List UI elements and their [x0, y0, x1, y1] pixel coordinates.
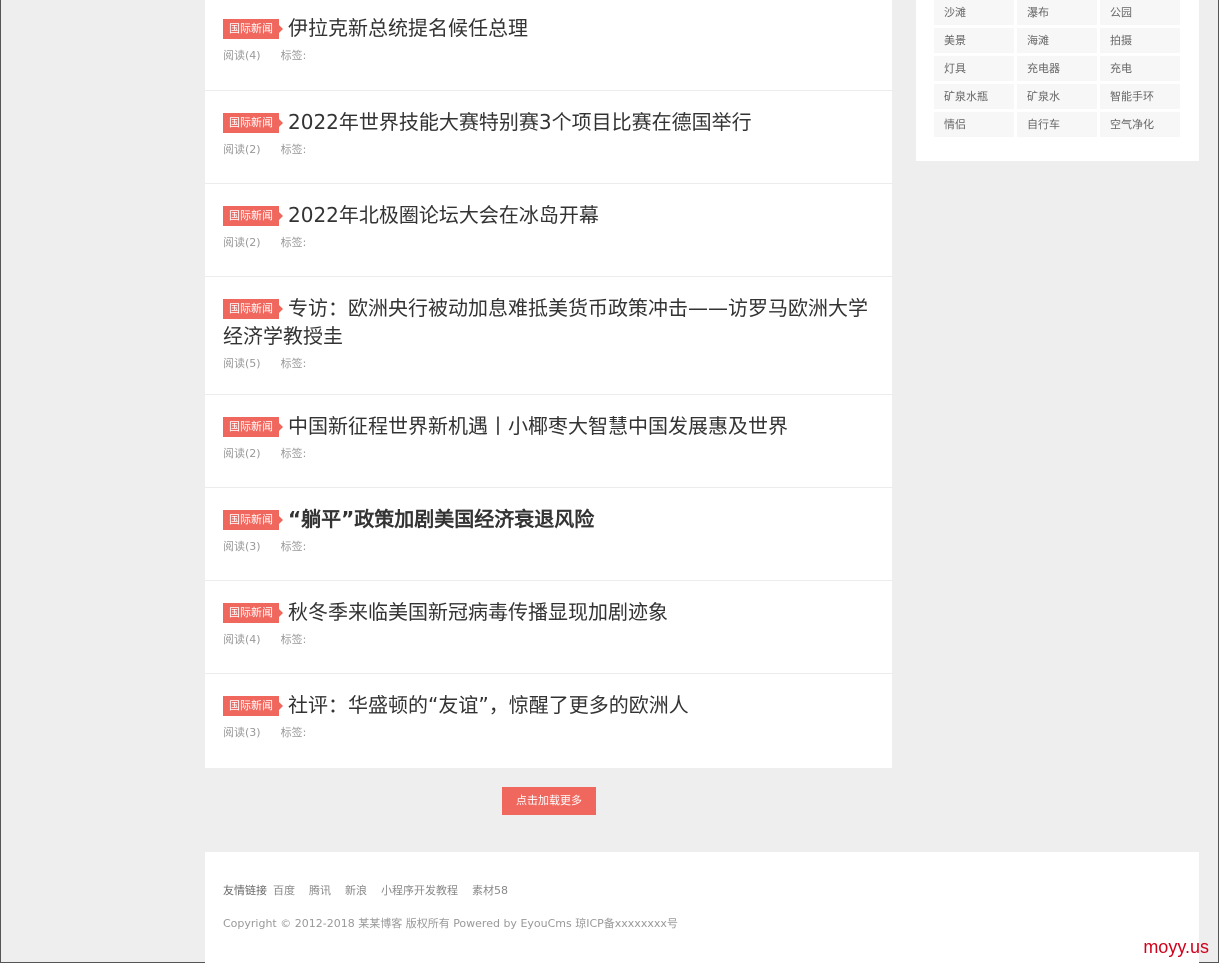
page: 国际新闻 伊拉克新总统提名候任总理 阅读(4) 标签: 国际新闻 2022年世界技能大…: [0, 0, 1219, 963]
article-item[interactable]: 国际新闻 中国新征程世界新机遇丨小椰枣大智慧中国发展惠及世界 阅读(2) 标签:: [205, 395, 892, 488]
read-count: 阅读(5): [223, 357, 261, 370]
article-meta: 阅读(2) 标签:: [223, 141, 874, 157]
tags-label: 标签:: [280, 143, 307, 156]
tags-label: 标签:: [280, 633, 307, 646]
article-head: 国际新闻 中国新征程世界新机遇丨小椰枣大智慧中国发展惠及世界: [223, 413, 874, 441]
tag-item[interactable]: 情侣: [934, 112, 1014, 137]
article-head: 国际新闻 2022年北极圈论坛大会在冰岛开幕: [223, 202, 874, 230]
article-list: 国际新闻 伊拉克新总统提名候任总理 阅读(4) 标签: 国际新闻 2022年世界技能大…: [205, 0, 892, 768]
article-meta: 阅读(2) 标签:: [223, 445, 874, 461]
article-title[interactable]: 中国新征程世界新机遇丨小椰枣大智慧中国发展惠及世界: [288, 414, 788, 438]
friend-link[interactable]: 新浪: [345, 884, 367, 897]
article-title[interactable]: 专访：欧洲央行被动加息难抵美货币政策冲击——访罗马欧洲大学经济学教授圭: [223, 296, 868, 348]
category-badge[interactable]: 国际新闻: [223, 417, 283, 437]
tag-item[interactable]: 空气净化: [1100, 112, 1180, 137]
article-meta: 阅读(4) 标签:: [223, 631, 874, 647]
tag-item[interactable]: 海滩: [1017, 28, 1097, 53]
category-badge[interactable]: 国际新闻: [223, 510, 283, 530]
article-item[interactable]: 国际新闻 “躺平”政策加剧美国经济衰退风险 阅读(3) 标签:: [205, 488, 892, 581]
article-head: 国际新闻 伊拉克新总统提名候任总理: [223, 15, 874, 43]
tag-cloud: 沙滩 瀑布 公园 美景 海滩 拍摄 灯具 充电器 充电 矿泉水瓶 矿泉水 智能手…: [916, 0, 1199, 161]
tag-grid: 沙滩 瀑布 公园 美景 海滩 拍摄 灯具 充电器 充电 矿泉水瓶 矿泉水 智能手…: [934, 0, 1181, 137]
category-badge[interactable]: 国际新闻: [223, 206, 283, 226]
article-head: 国际新闻 秋冬季来临美国新冠病毒传播显现加剧迹象: [223, 599, 874, 627]
article-item[interactable]: 国际新闻 社评：华盛顿的“友谊”，惊醒了更多的欧洲人 阅读(3) 标签:: [205, 674, 892, 768]
article-title[interactable]: 2022年北极圈论坛大会在冰岛开幕: [288, 203, 599, 227]
tag-item[interactable]: 矿泉水: [1017, 84, 1097, 109]
read-count: 阅读(4): [223, 49, 261, 62]
article-head: 国际新闻 专访：欧洲央行被动加息难抵美货币政策冲击——访罗马欧洲大学经济学教授圭: [223, 295, 873, 351]
article-meta: 阅读(2) 标签:: [223, 234, 874, 250]
article-title[interactable]: “躺平”政策加剧美国经济衰退风险: [288, 507, 594, 531]
tags-label: 标签:: [280, 49, 307, 62]
footer: 友情链接 百度 腾讯 新浪 小程序开发教程 素材58 Copyright © 2012-2…: [205, 852, 1199, 963]
tags-label: 标签:: [280, 447, 307, 460]
tag-item[interactable]: 美景: [934, 28, 1014, 53]
tag-item[interactable]: 沙滩: [934, 0, 1014, 25]
tag-item[interactable]: 自行车: [1017, 112, 1097, 137]
article-head: 国际新闻 “躺平”政策加剧美国经济衰退风险: [223, 506, 874, 534]
tags-label: 标签:: [280, 540, 307, 553]
friend-link[interactable]: 百度: [273, 884, 295, 897]
category-badge[interactable]: 国际新闻: [223, 696, 283, 716]
tag-item[interactable]: 灯具: [934, 56, 1014, 81]
read-count: 阅读(2): [223, 447, 261, 460]
read-count: 阅读(2): [223, 143, 261, 156]
tags-label: 标签:: [280, 236, 307, 249]
tag-item[interactable]: 矿泉水瓶: [934, 84, 1014, 109]
copyright: Copyright © 2012-2018 某某博客 版权所有 Powered …: [223, 917, 678, 930]
article-item[interactable]: 国际新闻 2022年北极圈论坛大会在冰岛开幕 阅读(2) 标签:: [205, 184, 892, 277]
category-badge[interactable]: 国际新闻: [223, 299, 283, 319]
friend-links-label: 友情链接: [223, 884, 267, 897]
friend-link[interactable]: 小程序开发教程: [381, 884, 458, 897]
article-item[interactable]: 国际新闻 伊拉克新总统提名候任总理 阅读(4) 标签:: [205, 0, 892, 91]
friend-link[interactable]: 素材58: [472, 884, 508, 897]
tag-item[interactable]: 拍摄: [1100, 28, 1180, 53]
read-count: 阅读(3): [223, 726, 261, 739]
article-meta: 阅读(5) 标签:: [223, 355, 874, 371]
tag-item[interactable]: 充电器: [1017, 56, 1097, 81]
load-more-button[interactable]: 点击加载更多: [502, 787, 596, 815]
article-meta: 阅读(3) 标签:: [223, 538, 874, 554]
friend-links: 友情链接 百度 腾讯 新浪 小程序开发教程 素材58: [223, 882, 1181, 898]
category-badge[interactable]: 国际新闻: [223, 113, 283, 133]
tag-item[interactable]: 瀑布: [1017, 0, 1097, 25]
read-count: 阅读(4): [223, 633, 261, 646]
tags-label: 标签:: [280, 726, 307, 739]
watermark: moyy.us: [1143, 937, 1209, 957]
tags-label: 标签:: [280, 357, 307, 370]
read-count: 阅读(2): [223, 236, 261, 249]
article-title[interactable]: 社评：华盛顿的“友谊”，惊醒了更多的欧洲人: [288, 693, 689, 717]
article-item[interactable]: 国际新闻 专访：欧洲央行被动加息难抵美货币政策冲击——访罗马欧洲大学经济学教授圭 …: [205, 277, 892, 395]
friend-link[interactable]: 腾讯: [309, 884, 331, 897]
article-title[interactable]: 伊拉克新总统提名候任总理: [288, 16, 528, 40]
tag-item[interactable]: 充电: [1100, 56, 1180, 81]
article-title[interactable]: 2022年世界技能大赛特别赛3个项目比赛在德国举行: [288, 110, 752, 134]
article-meta: 阅读(3) 标签:: [223, 724, 874, 740]
article-head: 国际新闻 社评：华盛顿的“友谊”，惊醒了更多的欧洲人: [223, 692, 874, 720]
article-head: 国际新闻 2022年世界技能大赛特别赛3个项目比赛在德国举行: [223, 109, 874, 137]
article-title[interactable]: 秋冬季来临美国新冠病毒传播显现加剧迹象: [288, 600, 668, 624]
article-item[interactable]: 国际新闻 秋冬季来临美国新冠病毒传播显现加剧迹象 阅读(4) 标签:: [205, 581, 892, 674]
article-item[interactable]: 国际新闻 2022年世界技能大赛特别赛3个项目比赛在德国举行 阅读(2) 标签:: [205, 91, 892, 184]
tag-item[interactable]: 公园: [1100, 0, 1180, 25]
tag-item[interactable]: 智能手环: [1100, 84, 1180, 109]
article-meta: 阅读(4) 标签:: [223, 47, 874, 63]
category-badge[interactable]: 国际新闻: [223, 19, 283, 39]
category-badge[interactable]: 国际新闻: [223, 603, 283, 623]
read-count: 阅读(3): [223, 540, 261, 553]
